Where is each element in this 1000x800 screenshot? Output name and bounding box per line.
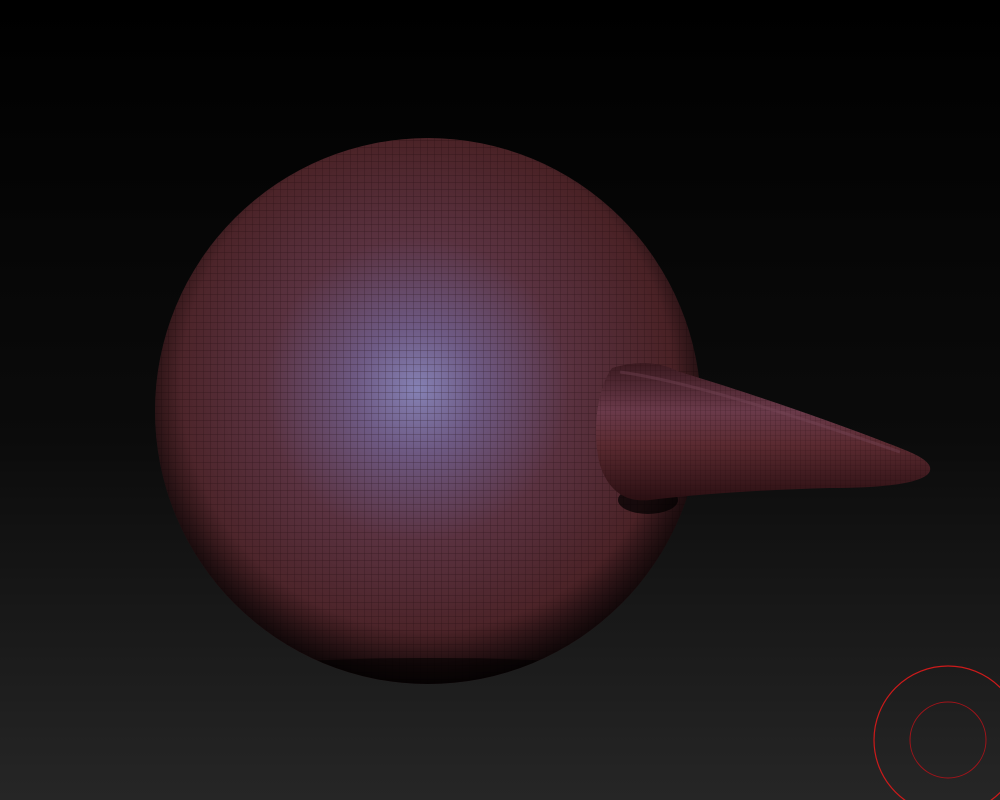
viewport-canvas xyxy=(0,0,1000,800)
sculpt-viewport[interactable] xyxy=(0,0,1000,800)
